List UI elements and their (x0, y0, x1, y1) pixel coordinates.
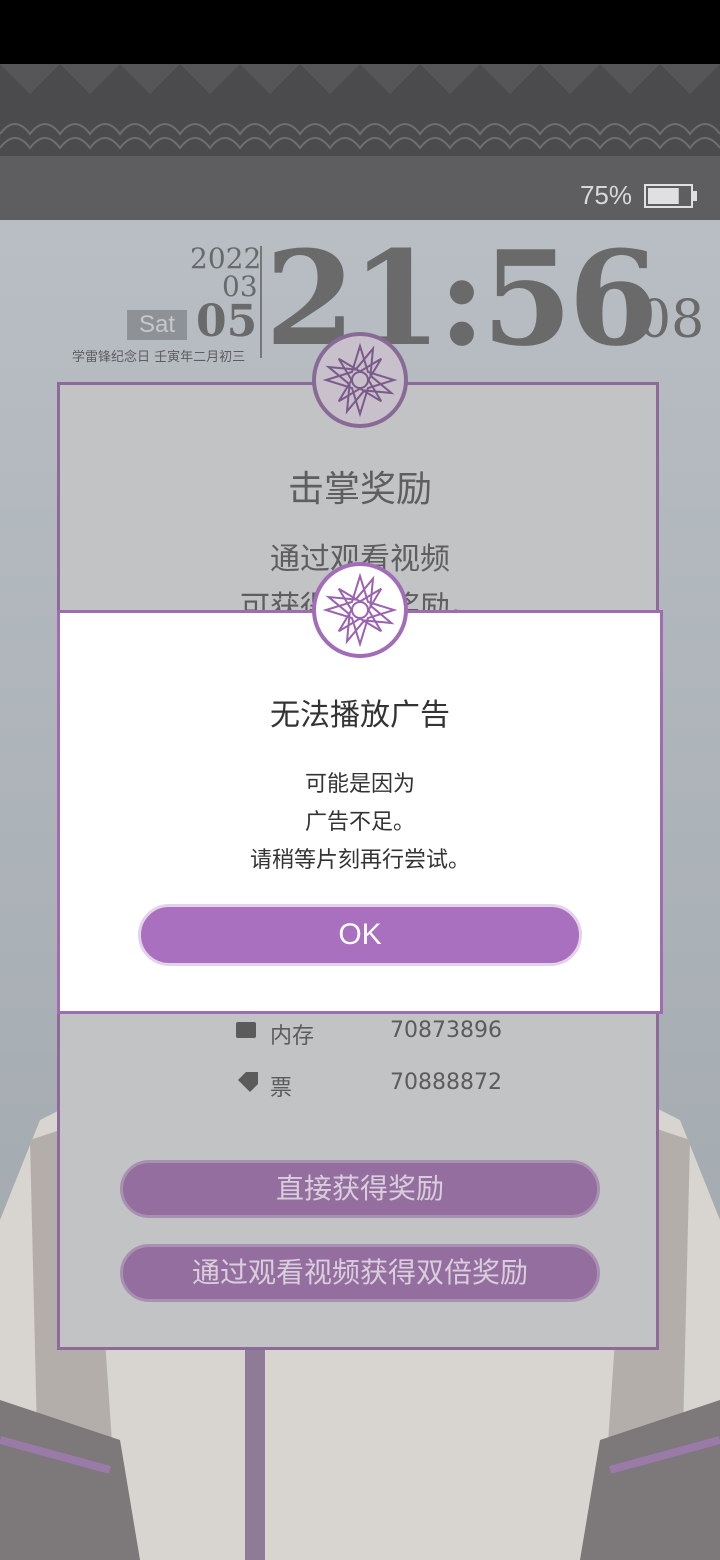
clock-seconds: 08 (638, 290, 705, 350)
battery-percent: 75% (579, 180, 632, 210)
clock-day: 05 (196, 296, 258, 347)
reward-emblem-icon (312, 332, 408, 428)
clock-divider (260, 246, 262, 358)
ticket-icon (236, 1072, 258, 1092)
ok-button[interactable]: OK (138, 904, 582, 966)
clock-lunar-date: 学雷锋纪念日 壬寅年二月初三 (72, 350, 246, 365)
claim-reward-button[interactable]: 直接获得奖励 (120, 1160, 600, 1218)
alert-message-line3: 请稍等片刻再行尝试。 (249, 848, 470, 873)
memory-icon (236, 1022, 256, 1038)
alert-title: 无法播放广告 (270, 698, 450, 733)
clock-weekday: Sat (127, 310, 187, 340)
owned-ticket-label: 票 (270, 1076, 293, 1101)
lace-pattern (0, 64, 720, 172)
owned-ticket-value: 70888872 (390, 1070, 502, 1095)
status-bar: 75% (0, 172, 720, 220)
decorative-band (0, 64, 720, 172)
battery-fill (648, 188, 679, 204)
owned-memory-value: 70873896 (390, 1018, 502, 1043)
alert-emblem-icon (312, 562, 408, 658)
battery-icon (644, 184, 697, 208)
top-black-bar (0, 0, 720, 64)
reward-title: 击掌奖励 (287, 469, 432, 510)
owned-memory-label: 内存 (270, 1024, 315, 1049)
alert-message-line1: 可能是因为 (304, 772, 415, 797)
alert-message-line2: 广告不足。 (304, 810, 415, 835)
double-reward-button[interactable]: 通过观看视频获得双倍奖励 (120, 1244, 600, 1302)
